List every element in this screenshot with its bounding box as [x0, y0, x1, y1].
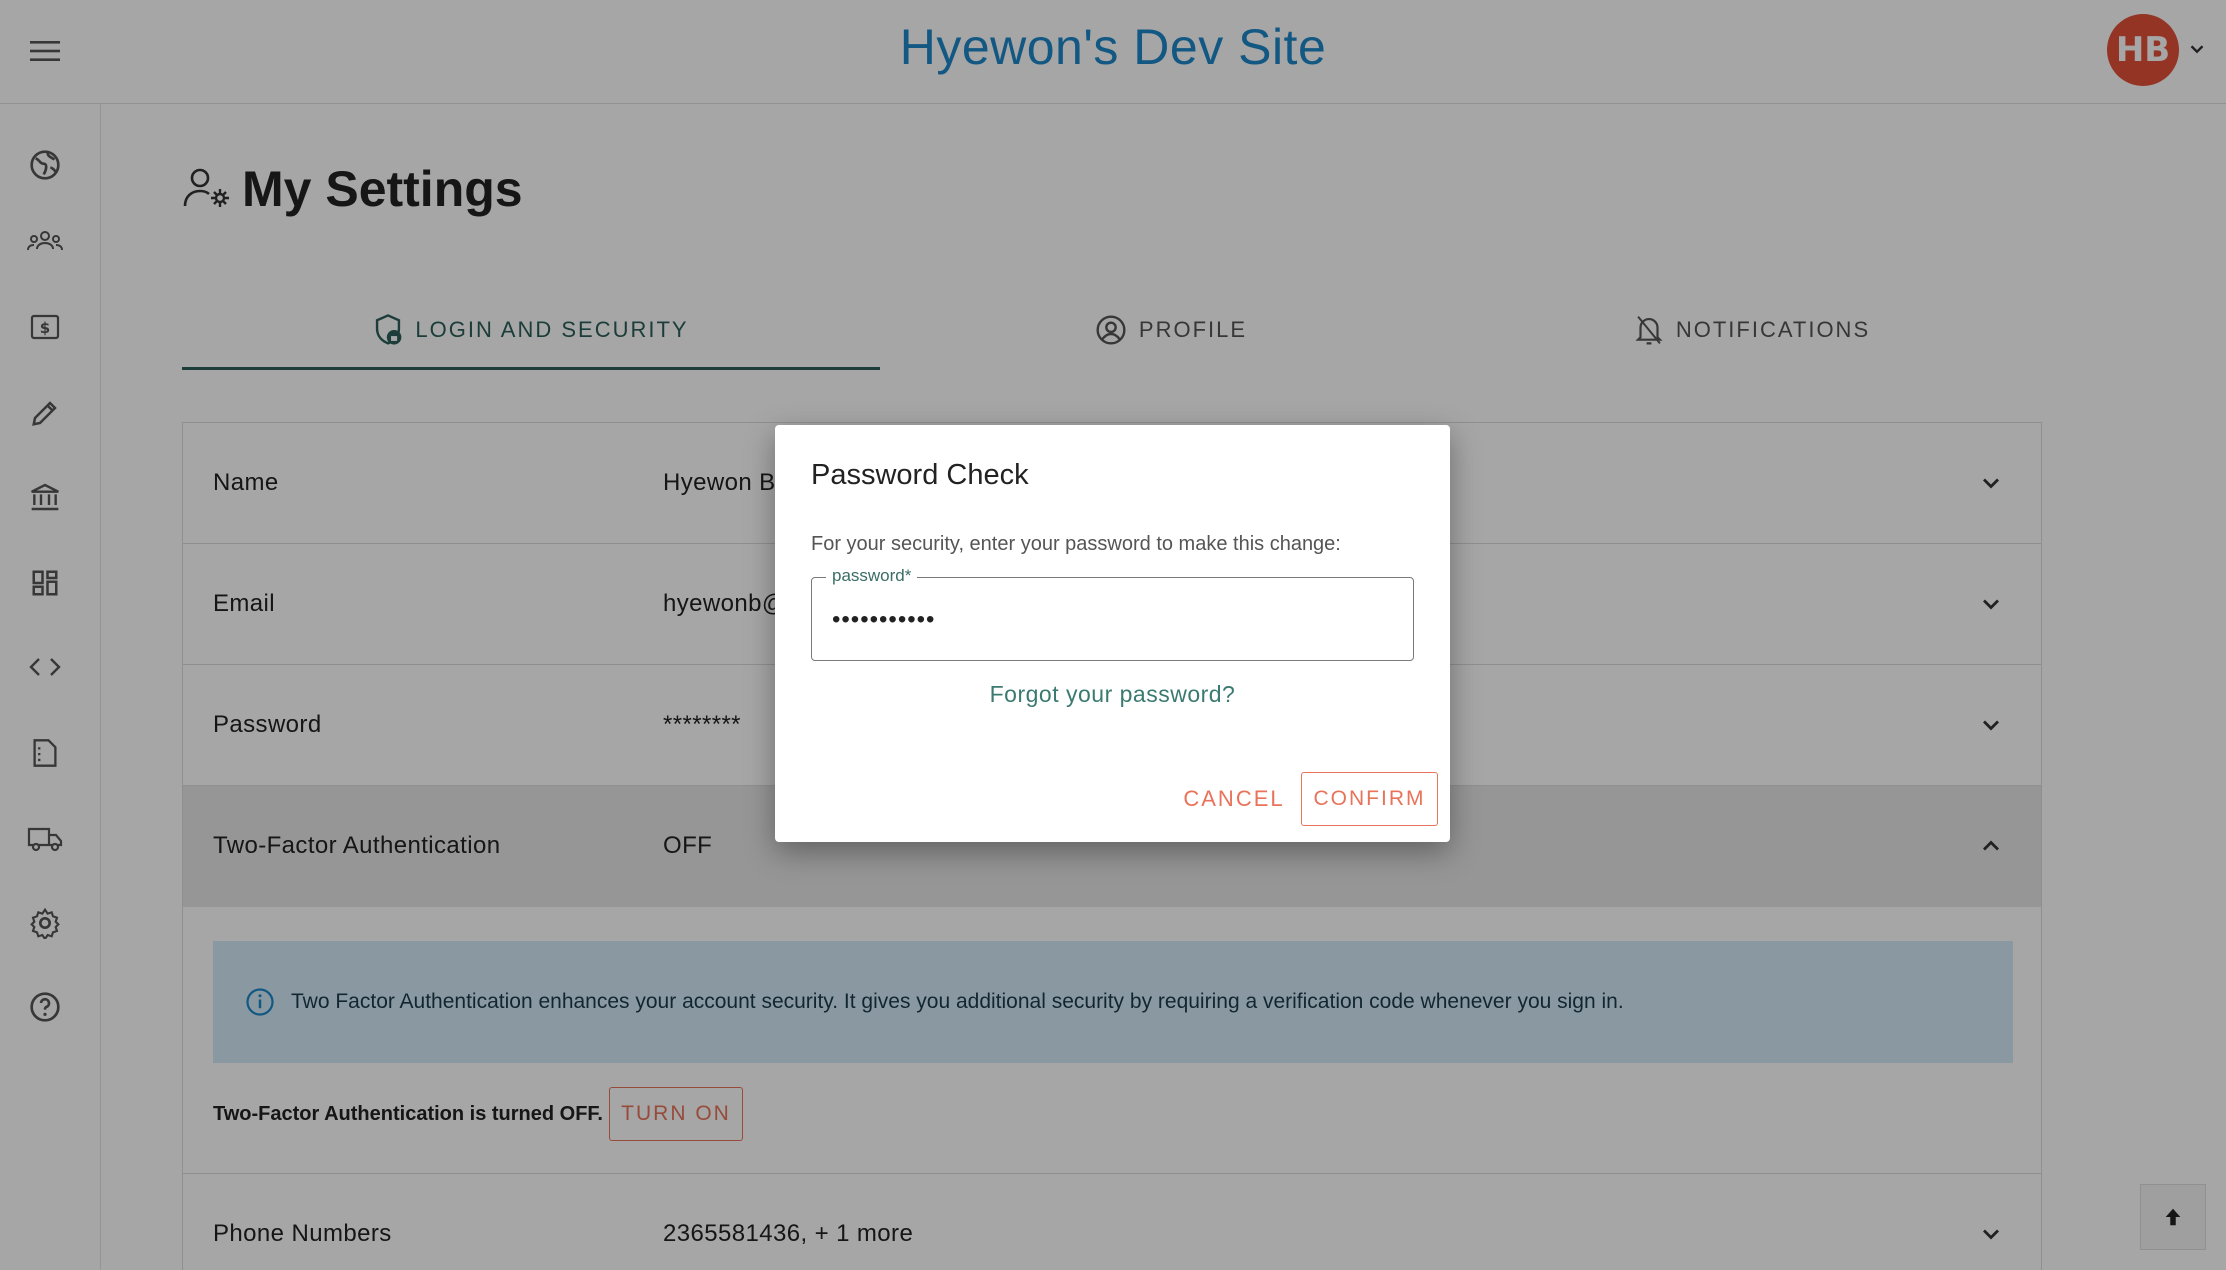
password-check-dialog: Password Check For your security, enter … — [775, 425, 1450, 842]
forgot-password-link[interactable]: Forgot your password? — [775, 681, 1450, 708]
password-field[interactable]: password* — [811, 566, 1414, 661]
password-label: password* — [826, 566, 918, 586]
confirm-button[interactable]: CONFIRM — [1301, 772, 1438, 826]
cancel-button[interactable]: CANCEL — [1169, 772, 1299, 826]
password-input[interactable] — [832, 604, 1392, 636]
dialog-description: For your security, enter your password t… — [811, 533, 1341, 555]
dialog-title: Password Check — [811, 459, 1029, 491]
